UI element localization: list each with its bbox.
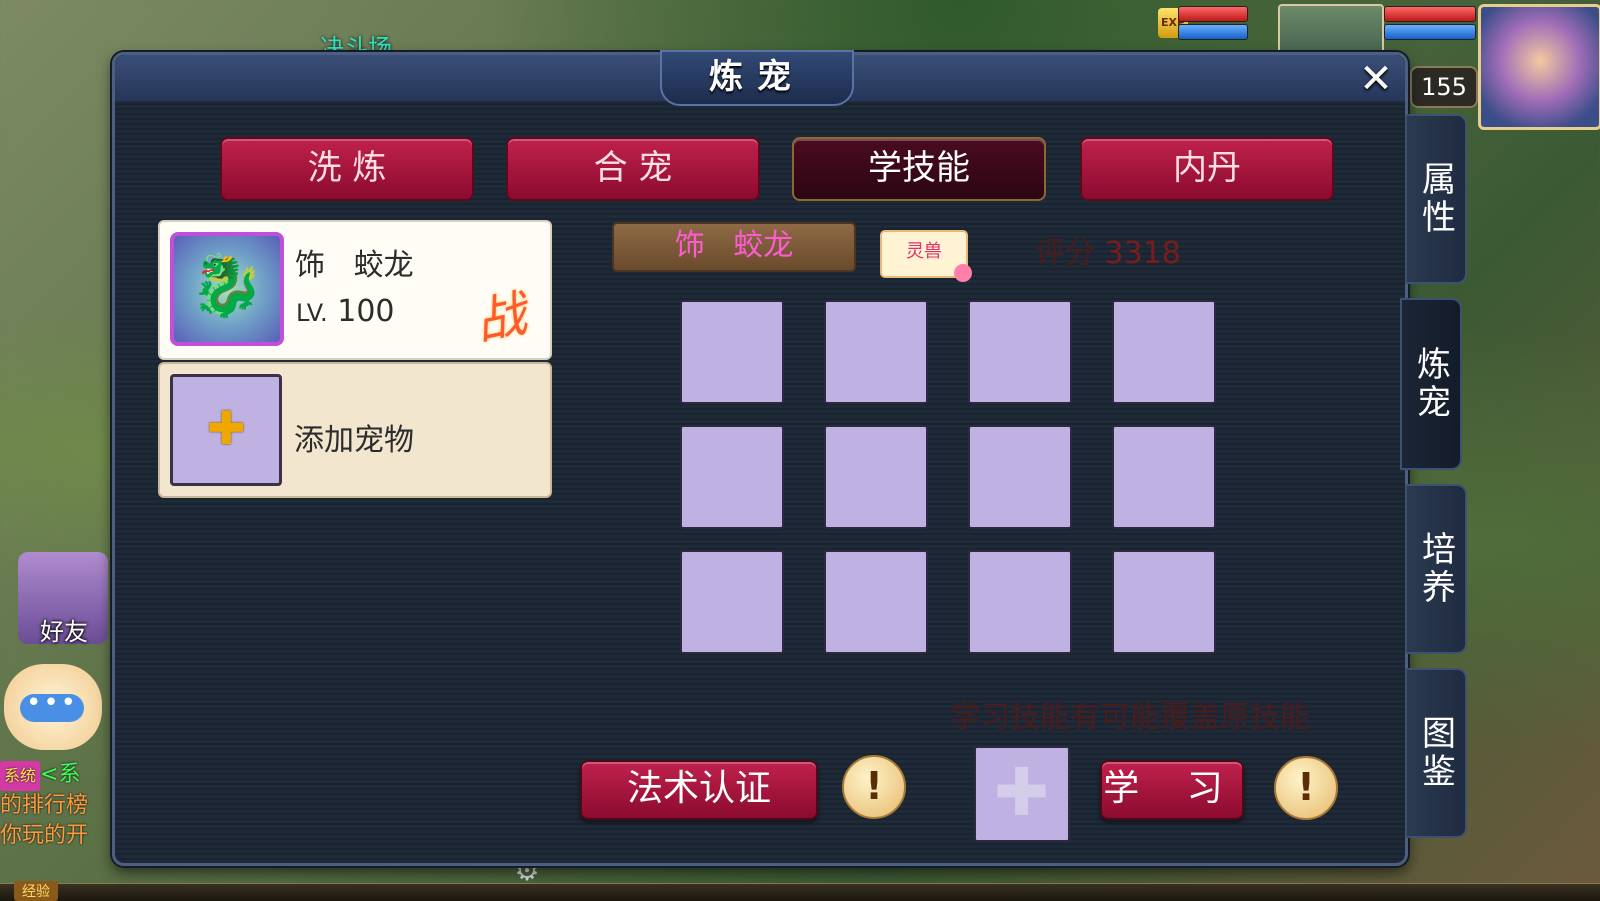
player-hp-bar <box>1384 6 1476 22</box>
skill-slot[interactable] <box>968 425 1072 529</box>
pet-hp-bar <box>1178 6 1248 22</box>
chat-dots-icon: ••• <box>20 690 84 722</box>
skill-slot[interactable] <box>680 550 784 654</box>
dragon-icon: 🐉 <box>189 251 265 321</box>
side-tab-attributes[interactable]: 属性 <box>1405 114 1467 284</box>
skill-slot[interactable] <box>680 425 784 529</box>
pet-score: 评分 3318 <box>1035 228 1181 272</box>
info-icon[interactable]: ! <box>1274 756 1338 820</box>
system-tag: 系统 <box>0 761 41 791</box>
info-icon[interactable]: ! <box>842 755 906 819</box>
skill-slot[interactable] <box>968 300 1072 404</box>
skill-book-slot[interactable]: ✚ <box>974 746 1070 842</box>
friend-label: 好友 <box>40 618 88 646</box>
pet-level-prefix: LV. <box>296 299 328 327</box>
pet-level-value: 100 <box>337 294 395 329</box>
score-label: 评分 <box>1035 236 1095 271</box>
skill-slot[interactable] <box>824 550 928 654</box>
pet-name: 饰 蛟龙 <box>295 248 414 283</box>
pet-mp-bar <box>1178 24 1248 40</box>
player-avatar[interactable] <box>1478 4 1600 130</box>
exp-bar <box>0 883 1600 901</box>
player-mp-bar <box>1384 24 1476 40</box>
score-value: 3318 <box>1104 236 1181 271</box>
skill-slot[interactable] <box>1112 550 1216 654</box>
add-pet-slot[interactable]: ✚ <box>170 374 282 486</box>
skill-slot[interactable] <box>680 300 784 404</box>
side-tab-cultivate[interactable]: 培养 <box>1405 484 1467 654</box>
tab-merge-pet[interactable]: 合 宠 <box>506 137 760 201</box>
spell-certify-button[interactable]: 法术认证 <box>580 760 818 820</box>
panel-title: 炼宠 <box>660 50 854 106</box>
pet-portrait[interactable]: 🐉 <box>170 232 284 346</box>
tab-learn-skill[interactable]: 学技能 <box>792 137 1046 201</box>
selected-pet-name: 饰 蛟龙 <box>612 222 856 272</box>
chat-line: 的排行榜 <box>0 793 89 818</box>
plus-icon: ✚ <box>207 401 246 455</box>
pet-level: LV. 100 <box>296 294 395 329</box>
chat-line: <系 <box>40 762 81 787</box>
exp-label: 经验 <box>14 881 58 901</box>
close-icon[interactable]: ✕ <box>1356 59 1396 100</box>
chat-log[interactable]: 系统 <系 的排行榜 你玩的开 <box>0 760 112 850</box>
skill-slot[interactable] <box>824 425 928 529</box>
learn-button[interactable]: 学 习 <box>1100 760 1244 820</box>
skill-slot[interactable] <box>1112 300 1216 404</box>
skill-grid <box>680 300 1216 654</box>
side-tab-encyclopedia[interactable]: 图鉴 <box>1405 668 1467 838</box>
tab-inner-core[interactable]: 内丹 <box>1080 137 1334 201</box>
side-tab-refine-pet[interactable]: 炼宠 <box>1400 298 1462 470</box>
plus-icon: ✚ <box>994 754 1050 831</box>
skill-slot[interactable] <box>968 550 1072 654</box>
skill-slot[interactable] <box>1112 425 1216 529</box>
add-pet-label: 添加宠物 <box>294 423 414 458</box>
spirit-beast-badge: 灵兽 <box>880 230 972 282</box>
skill-overwrite-hint: 学习技能有可能覆盖原技能 <box>950 700 1310 735</box>
skill-slot[interactable] <box>824 300 928 404</box>
chat-line: 你玩的开 <box>0 823 89 848</box>
player-level-badge: 155 <box>1410 66 1478 108</box>
tab-refine[interactable]: 洗 炼 <box>220 137 474 201</box>
